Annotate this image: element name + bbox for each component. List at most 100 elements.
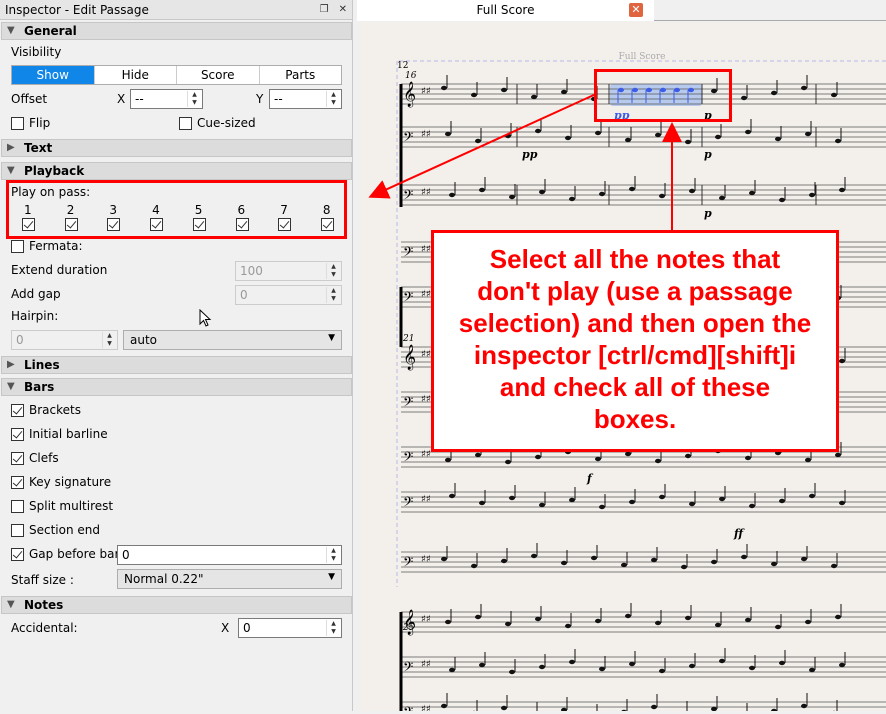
bars-option-checkbox[interactable] <box>11 476 24 489</box>
note-head[interactable] <box>715 623 721 627</box>
note-head[interactable] <box>809 193 815 197</box>
note-head[interactable] <box>685 140 691 144</box>
note-head[interactable] <box>805 620 811 624</box>
offset-y-input[interactable]: --▲▼ <box>269 89 342 109</box>
section-bars[interactable]: ▼Bars <box>1 378 352 396</box>
add-gap-input[interactable]: 0▲▼ <box>235 285 342 305</box>
section-text[interactable]: ▶Text <box>1 139 352 157</box>
accidental-x-input[interactable]: 0▲▼ <box>238 618 342 638</box>
note-head[interactable] <box>689 189 695 193</box>
note-head[interactable] <box>561 561 567 565</box>
note-head[interactable] <box>741 555 747 559</box>
bars-option-checkbox[interactable] <box>11 548 24 561</box>
dynamic-ff[interactable]: ff <box>733 527 745 540</box>
visibility-hide[interactable]: Hide <box>95 66 178 84</box>
note-head[interactable] <box>599 505 605 509</box>
note-head[interactable] <box>711 560 717 564</box>
note-head[interactable] <box>651 705 657 709</box>
note-head[interactable] <box>539 503 545 507</box>
hairpin-value-input[interactable]: 0▲▼ <box>11 330 118 350</box>
note-head[interactable] <box>569 498 575 502</box>
note-head[interactable] <box>471 93 477 97</box>
note-head[interactable] <box>445 620 451 624</box>
note-head[interactable] <box>805 132 811 136</box>
bars-option-checkbox[interactable] <box>11 428 24 441</box>
note-head[interactable] <box>749 504 755 508</box>
note-head[interactable] <box>449 494 455 498</box>
note-head[interactable] <box>509 496 515 500</box>
dynamic-pp[interactable]: pp <box>522 148 538 161</box>
bars-option-checkbox[interactable] <box>11 404 24 417</box>
note-head[interactable] <box>831 93 837 97</box>
note-head[interactable] <box>681 565 687 569</box>
note-head[interactable] <box>779 499 785 503</box>
flip-checkbox[interactable] <box>11 117 24 130</box>
note-head[interactable] <box>505 622 511 626</box>
note-head[interactable] <box>471 564 477 568</box>
note-head[interactable] <box>775 625 781 629</box>
note-head[interactable] <box>625 452 631 456</box>
note-head[interactable] <box>839 188 845 192</box>
note-head[interactable] <box>595 457 601 461</box>
spin-arrows-icon[interactable]: ▲▼ <box>326 287 340 303</box>
note-head[interactable] <box>539 665 545 669</box>
close-icon[interactable]: ✕ <box>629 3 643 17</box>
note-head[interactable] <box>501 88 507 92</box>
note-head[interactable] <box>509 195 515 199</box>
note-head[interactable] <box>745 130 751 134</box>
note-head[interactable] <box>501 559 507 563</box>
section-notes[interactable]: ▼Notes <box>1 596 352 614</box>
note-head[interactable] <box>719 659 725 663</box>
note-head[interactable] <box>779 661 785 665</box>
note-head[interactable] <box>479 188 485 192</box>
note-head[interactable] <box>445 132 451 136</box>
note-head[interactable] <box>659 194 665 198</box>
note-head[interactable] <box>531 95 537 99</box>
gap-before-bar-input[interactable]: 0▲▼ <box>117 545 342 565</box>
note-head[interactable] <box>509 670 515 674</box>
note-head[interactable] <box>599 667 605 671</box>
note-head[interactable] <box>449 193 455 197</box>
note-head[interactable] <box>629 662 635 666</box>
note-head[interactable] <box>835 139 841 143</box>
note-head[interactable] <box>805 458 811 462</box>
note-head[interactable] <box>839 359 845 363</box>
note-head[interactable] <box>659 669 665 673</box>
note-head[interactable] <box>565 624 571 628</box>
note-head[interactable] <box>801 86 807 90</box>
close-icon[interactable]: ✕ <box>339 4 347 15</box>
note-head[interactable] <box>441 557 447 561</box>
note-head[interactable] <box>835 615 841 619</box>
note-head[interactable] <box>771 91 777 95</box>
note-head[interactable] <box>535 455 541 459</box>
note-head[interactable] <box>655 459 661 463</box>
note-head[interactable] <box>809 668 815 672</box>
note-head[interactable] <box>801 557 807 561</box>
note-head[interactable] <box>655 133 661 137</box>
note-head[interactable] <box>625 138 631 142</box>
note-head[interactable] <box>505 134 511 138</box>
note-head[interactable] <box>629 187 635 191</box>
note-head[interactable] <box>629 500 635 504</box>
note-head[interactable] <box>475 139 481 143</box>
section-lines[interactable]: ▶Lines <box>1 356 352 374</box>
note-head[interactable] <box>749 666 755 670</box>
hairpin-type-select[interactable]: auto▼ <box>123 330 342 350</box>
float-icon[interactable]: ❐ <box>320 4 329 15</box>
note-head[interactable] <box>531 554 537 558</box>
note-head[interactable] <box>831 564 837 568</box>
spin-arrows-icon[interactable]: ▲▼ <box>102 332 116 348</box>
note-head[interactable] <box>621 563 627 567</box>
note-head[interactable] <box>749 191 755 195</box>
note-head[interactable] <box>655 621 661 625</box>
note-head[interactable] <box>599 192 605 196</box>
spin-arrows-icon[interactable]: ▲▼ <box>326 620 340 636</box>
note-head[interactable] <box>711 707 717 711</box>
note-head[interactable] <box>591 556 597 560</box>
note-head[interactable] <box>535 129 541 133</box>
note-head[interactable] <box>449 668 455 672</box>
note-head[interactable] <box>565 136 571 140</box>
visibility-score[interactable]: Score <box>177 66 260 84</box>
note-head[interactable] <box>441 86 447 90</box>
note-head[interactable] <box>809 494 815 498</box>
